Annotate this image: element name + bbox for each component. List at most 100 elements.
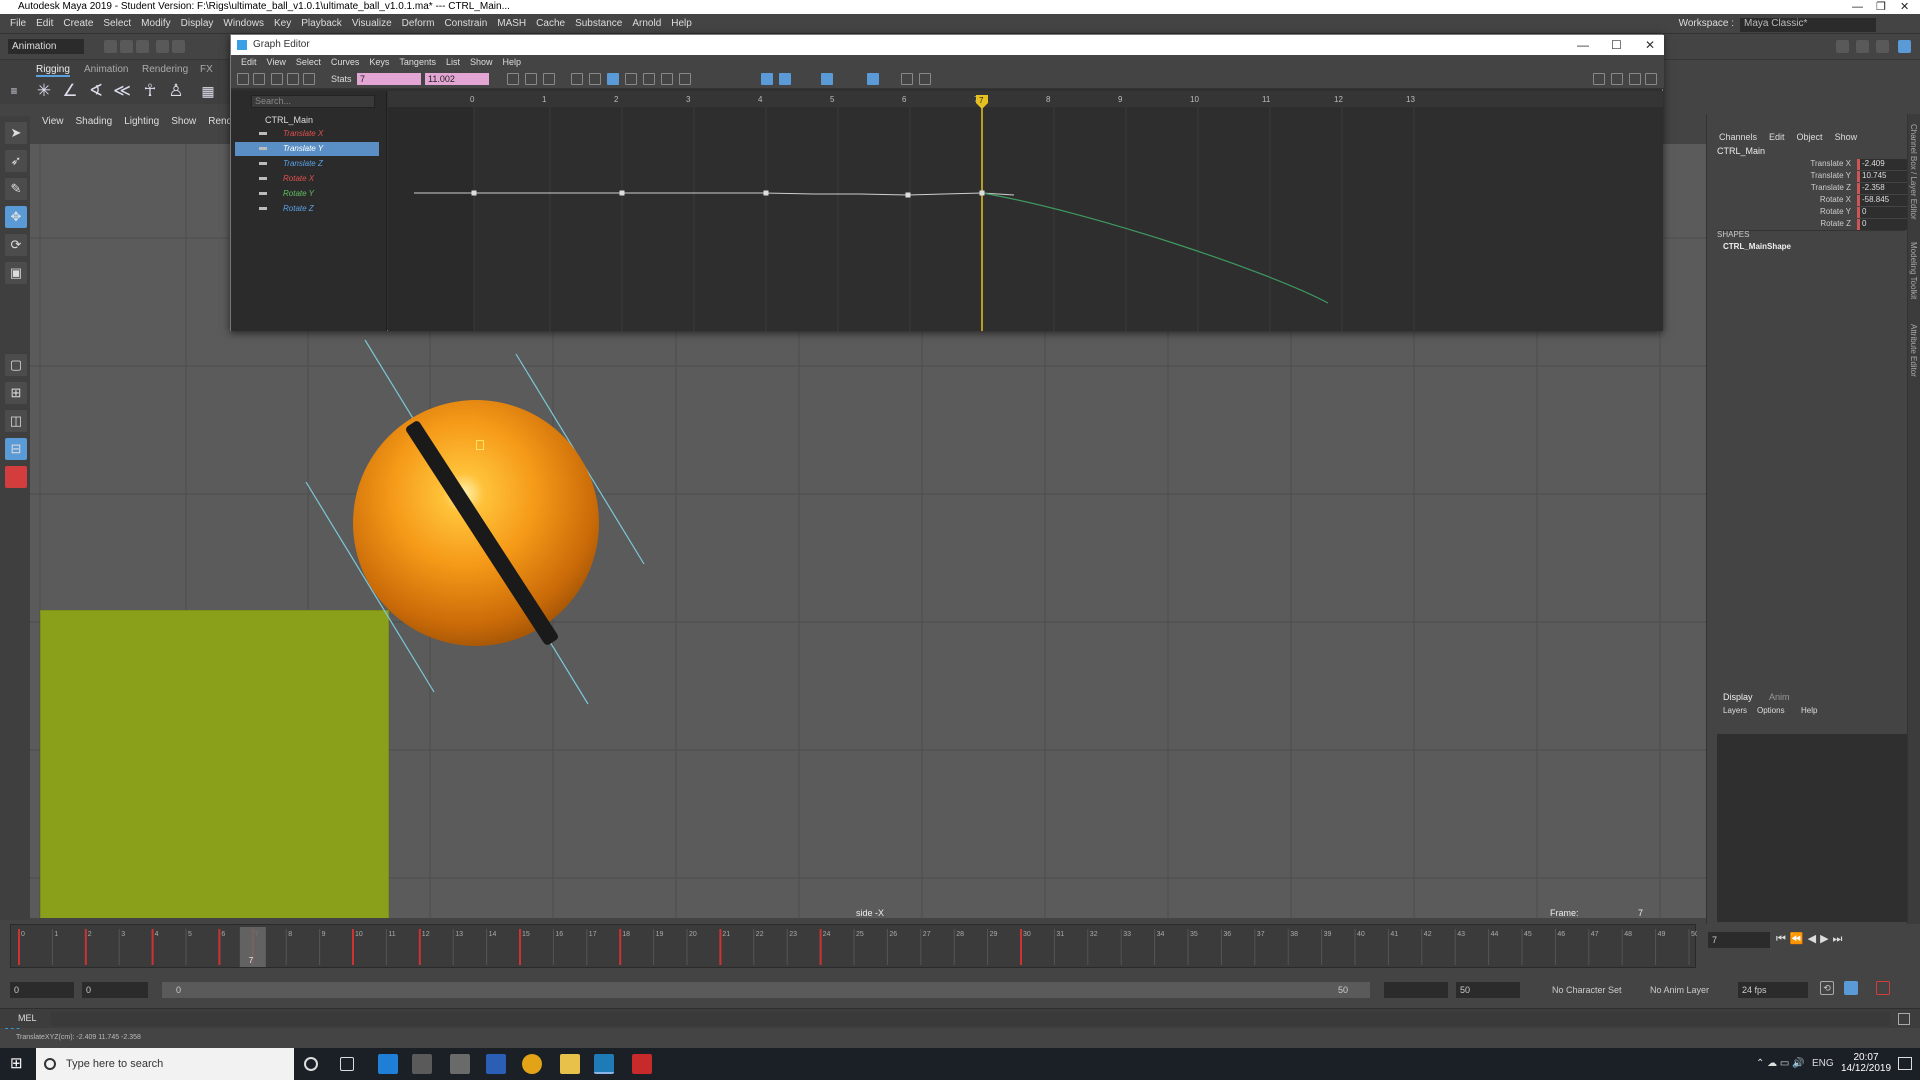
playback-start-field[interactable]: 0 <box>82 982 148 998</box>
graph-editor-title-bar[interactable]: Graph Editor — ☐ ✕ <box>231 35 1664 55</box>
post-infinity-icon[interactable] <box>919 73 931 85</box>
trax-editor-icon[interactable] <box>1629 73 1641 85</box>
go-to-end-icon[interactable]: ⏭ <box>1833 933 1847 945</box>
animation-prefs-icon[interactable] <box>1876 981 1890 995</box>
menu-create[interactable]: Create <box>63 18 93 29</box>
cb-channel-value[interactable]: -58.845 <box>1857 195 1907 206</box>
menu-arnold[interactable]: Arnold <box>632 18 661 29</box>
loop-icon[interactable]: ⟲ <box>1820 981 1834 995</box>
timeline-key-marker[interactable] <box>84 929 87 965</box>
graph-canvas[interactable]: 012345678910111213 7 <box>388 91 1663 331</box>
gw-minimize-icon[interactable]: — <box>1577 35 1589 55</box>
cb-menu-channels[interactable]: Channels <box>1719 132 1757 142</box>
shelf-tab-rigging[interactable]: Rigging <box>36 64 70 77</box>
timeline-key-marker[interactable] <box>18 929 20 965</box>
timeline-key-marker[interactable] <box>151 929 154 965</box>
play-backward-icon[interactable]: ◀ <box>1808 933 1820 945</box>
language-indicator[interactable]: ENG <box>1812 1058 1834 1069</box>
cb-channel-value[interactable]: 0 <box>1857 219 1907 230</box>
menu-constrain[interactable]: Constrain <box>444 18 487 29</box>
time-slider[interactable]: 0123456789101112131415161718192021222324… <box>0 920 1706 972</box>
timeline-key-marker[interactable] <box>418 929 421 965</box>
animation-start-field[interactable]: 0 <box>10 982 74 998</box>
weighted-tangents-icon[interactable] <box>821 73 833 85</box>
dope-sheet-icon[interactable] <box>1611 73 1623 85</box>
gw-menu-edit[interactable]: Edit <box>241 55 257 69</box>
menu-file[interactable]: File <box>10 18 26 29</box>
current-frame-field[interactable]: 7 <box>1708 932 1770 948</box>
panel-menu-lighting[interactable]: Lighting <box>124 116 159 127</box>
menu-edit[interactable]: Edit <box>36 18 53 29</box>
buffer-curve-icon[interactable] <box>867 73 879 85</box>
shelf-menu-icon[interactable]: ≡ <box>4 82 24 100</box>
gw-menu-list[interactable]: List <box>446 55 460 69</box>
recorder-icon[interactable] <box>632 1054 652 1074</box>
channel-box-toggle-icon[interactable] <box>1898 40 1911 53</box>
auto-key-icon[interactable] <box>1844 981 1858 995</box>
taskbar-search-input[interactable]: Type here to search <box>36 1048 294 1080</box>
layer-tab-anim[interactable]: Anim <box>1769 692 1790 702</box>
paint-select-icon[interactable]: ✎ <box>5 178 27 200</box>
record-icon[interactable] <box>5 466 27 488</box>
break-tangents-icon[interactable] <box>761 73 773 85</box>
panel-menu-show[interactable]: Show <box>171 116 196 127</box>
side-tab-channel-box[interactable]: Channel Box / Layer Editor <box>1909 124 1918 220</box>
graph-editor-window[interactable]: Graph Editor — ☐ ✕ Edit View Select Curv… <box>230 34 1664 331</box>
lattice-deform-icon[interactable] <box>271 73 283 85</box>
stats-frame-field[interactable]: 7 <box>357 73 421 85</box>
timeline-key-marker[interactable] <box>218 929 221 965</box>
chrome-icon[interactable] <box>522 1054 542 1074</box>
outliner-channel-rx[interactable]: Rotate X <box>235 172 379 186</box>
menu-help[interactable]: Help <box>671 18 692 29</box>
tray-icons[interactable]: ⌃ ☁ ▭ 🔊 <box>1756 1058 1805 1069</box>
layer-menu-options[interactable]: Options <box>1757 706 1785 715</box>
layer-menu-layers[interactable]: Layers <box>1723 706 1747 715</box>
ik-spline-icon[interactable]: ∢ <box>86 82 106 100</box>
shelf-tab-fx[interactable]: FX <box>200 64 213 75</box>
menu-playback[interactable]: Playback <box>301 18 342 29</box>
minimize-icon[interactable]: — <box>1852 0 1863 14</box>
bind-skin-icon[interactable]: ≪ <box>112 82 132 100</box>
save-scene-icon[interactable] <box>136 40 149 53</box>
step-tangent-icon[interactable] <box>661 73 673 85</box>
frame-all-icon[interactable] <box>507 73 519 85</box>
mail-icon[interactable] <box>450 1054 470 1074</box>
panel-menu-view[interactable]: View <box>42 116 64 127</box>
time-editor-icon[interactable] <box>1645 73 1657 85</box>
single-perspective-icon[interactable]: ▢ <box>5 354 27 376</box>
side-by-side-icon[interactable]: ◫ <box>5 410 27 432</box>
play-forward-icon[interactable]: ▶ <box>1820 933 1832 945</box>
outliner-channel-ry[interactable]: Rotate Y <box>235 187 379 201</box>
workspace-dropdown[interactable]: Maya Classic* <box>1740 18 1876 32</box>
unify-tangents-icon[interactable] <box>779 73 791 85</box>
clamped-tangent-icon[interactable] <box>607 73 619 85</box>
edge-icon[interactable] <box>378 1054 398 1074</box>
rotate-tool-icon[interactable]: ⟳ <box>5 234 27 256</box>
gw-close-icon[interactable]: ✕ <box>1645 35 1655 55</box>
grid-snap-icon[interactable]: ▦ <box>198 82 218 100</box>
humanik-icon[interactable]: ☥ <box>140 82 160 100</box>
word-icon[interactable] <box>486 1054 506 1074</box>
animation-end-field[interactable]: 50 <box>1456 982 1520 998</box>
create-joint-icon[interactable]: ✳ <box>34 82 54 100</box>
gw-search-input[interactable]: Search... <box>251 95 375 108</box>
step-back-key-icon[interactable]: ⏪ <box>1790 933 1808 945</box>
menu-mash[interactable]: MASH <box>497 18 526 29</box>
menu-visualize[interactable]: Visualize <box>352 18 392 29</box>
ik-handle-icon[interactable]: ∠ <box>60 82 80 100</box>
menu-modify[interactable]: Modify <box>141 18 170 29</box>
retime-tool-icon[interactable] <box>303 73 315 85</box>
notifications-icon[interactable] <box>1898 1057 1912 1070</box>
pivot-handle-icon[interactable] <box>476 440 484 450</box>
timeline-key-marker[interactable] <box>719 929 722 965</box>
menu-substance[interactable]: Substance <box>575 18 622 29</box>
cb-shape-name[interactable]: CTRL_MainShape <box>1723 242 1791 251</box>
region-tool-icon[interactable] <box>287 73 299 85</box>
spline-tangent-icon[interactable] <box>589 73 601 85</box>
outliner-channel-tz[interactable]: Translate Z <box>235 157 379 171</box>
task-view-icon[interactable] <box>340 1057 354 1071</box>
curve-display-icon[interactable] <box>1593 73 1605 85</box>
timeline-key-marker[interactable] <box>352 929 354 965</box>
timeline-key-marker[interactable] <box>619 929 622 965</box>
menu-key[interactable]: Key <box>274 18 291 29</box>
